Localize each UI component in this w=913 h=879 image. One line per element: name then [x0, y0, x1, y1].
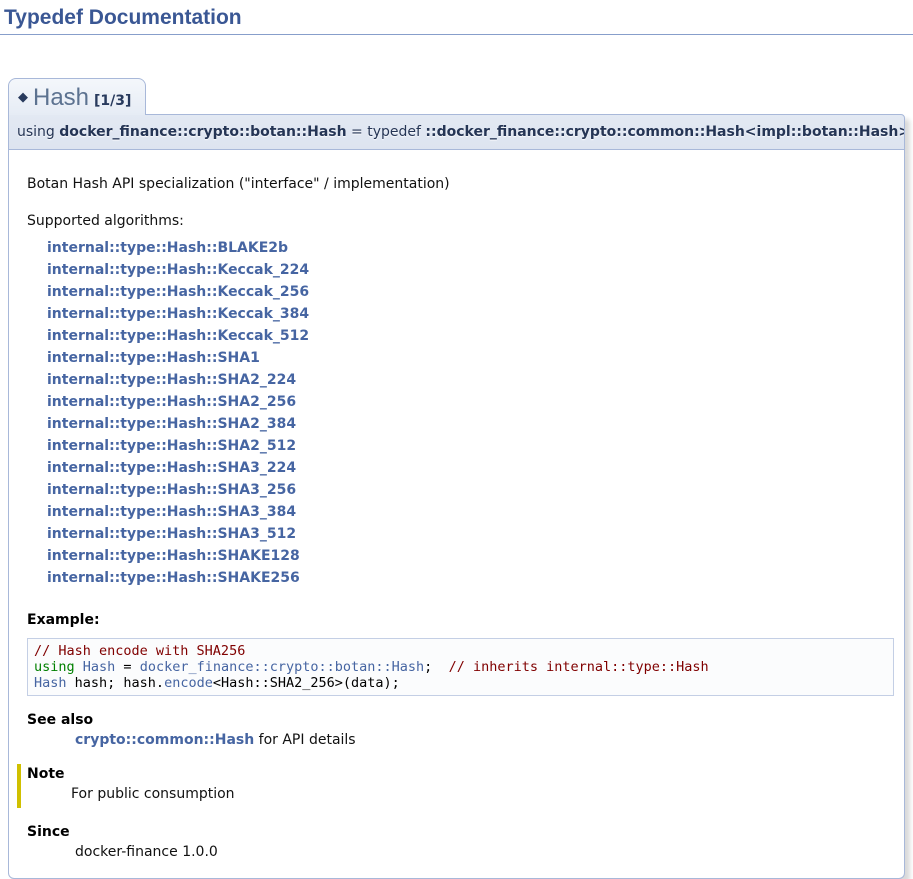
member-name: Hash	[33, 84, 89, 111]
code-line: using Hash = docker_finance::crypto::bot…	[34, 659, 887, 675]
example-label: Example:	[27, 612, 894, 628]
code-comment: // Hash encode with SHA256	[34, 643, 245, 659]
supported-algorithms-heading: Supported algorithms:	[27, 213, 894, 229]
code-keyword: using	[34, 659, 75, 675]
note-section: Note For public consumption	[17, 764, 894, 808]
list-item: internal::type::Hash::SHA2_384	[47, 413, 894, 435]
algorithm-link[interactable]: internal::type::Hash::SHA3_256	[47, 482, 296, 498]
since-section: Since docker-finance 1.0.0	[27, 824, 894, 860]
since-text: docker-finance 1.0.0	[75, 844, 894, 860]
code-text: =	[115, 659, 139, 675]
code-comment: // inherits internal::type::Hash	[449, 659, 709, 675]
list-item: internal::type::Hash::SHA1	[47, 347, 894, 369]
list-item: internal::type::Hash::SHA3_384	[47, 501, 894, 523]
see-also-label: See also	[27, 712, 894, 728]
algorithm-link[interactable]: internal::type::Hash::SHAKE256	[47, 570, 300, 586]
algorithm-link[interactable]: internal::type::Hash::SHA3_512	[47, 526, 296, 542]
member-overload-count: [1/3]	[94, 93, 131, 109]
code-link[interactable]: Hash	[34, 675, 67, 691]
algorithm-link[interactable]: internal::type::Hash::Keccak_224	[47, 262, 309, 278]
algorithm-link[interactable]: internal::type::Hash::Keccak_512	[47, 328, 309, 344]
code-line: // Hash encode with SHA256	[34, 643, 887, 659]
list-item: internal::type::Hash::Keccak_256	[47, 281, 894, 303]
list-item: internal::type::Hash::Keccak_384	[47, 303, 894, 325]
member-declaration: using docker_finance::crypto::botan::Has…	[8, 114, 905, 150]
list-item: internal::type::Hash::SHA3_512	[47, 523, 894, 545]
algorithm-link[interactable]: internal::type::Hash::SHA2_384	[47, 416, 296, 432]
algorithm-link[interactable]: internal::type::Hash::SHAKE128	[47, 548, 300, 564]
page-title: Typedef Documentation	[0, 0, 913, 35]
code-text	[75, 659, 83, 675]
list-item: internal::type::Hash::SHAKE128	[47, 545, 894, 567]
algorithm-link[interactable]: internal::type::Hash::SHA2_512	[47, 438, 296, 454]
decl-target-type: ::docker_finance::crypto::common::Hash<i…	[425, 124, 905, 140]
code-link[interactable]: encode	[164, 675, 213, 691]
algorithm-link[interactable]: internal::type::Hash::SHA1	[47, 350, 260, 366]
see-also-link[interactable]: crypto::common::Hash	[75, 732, 254, 748]
list-item: internal::type::Hash::SHA3_224	[47, 457, 894, 479]
code-link[interactable]: Hash	[83, 659, 116, 675]
list-item: internal::type::Hash::BLAKE2b	[47, 237, 894, 259]
list-item: internal::type::Hash::SHA2_256	[47, 391, 894, 413]
decl-equals-typedef: = typedef	[347, 124, 426, 140]
algorithm-link[interactable]: internal::type::Hash::SHA3_224	[47, 460, 296, 476]
note-label: Note	[27, 766, 894, 782]
member-doc-body: Botan Hash API specialization ("interfac…	[8, 150, 905, 879]
algorithm-link[interactable]: internal::type::Hash::SHA2_224	[47, 372, 296, 388]
since-label: Since	[27, 824, 894, 840]
algorithm-link[interactable]: internal::type::Hash::SHA3_384	[47, 504, 296, 520]
member-description: Botan Hash API specialization ("interfac…	[27, 176, 894, 192]
decl-typedef-name: docker_finance::crypto::botan::Hash	[59, 124, 346, 140]
see-also-content: crypto::common::Hash for API details	[75, 732, 894, 748]
code-text: hash; hash.	[67, 675, 165, 691]
member-item: ◆Hash[1/3] using docker_finance::crypto:…	[8, 77, 905, 879]
code-line: Hash hash; hash.encode<Hash::SHA2_256>(d…	[34, 675, 887, 691]
list-item: internal::type::Hash::SHAKE256	[47, 567, 894, 589]
see-also-text: for API details	[254, 732, 355, 748]
note-text: For public consumption	[71, 786, 894, 802]
member-title-tab: ◆ Hash [1/3]	[8, 78, 146, 115]
see-also-section: See also crypto::common::Hash for API de…	[27, 712, 894, 748]
code-block: // Hash encode with SHA256using Hash = d…	[27, 638, 894, 696]
algorithm-link[interactable]: internal::type::Hash::Keccak_384	[47, 306, 309, 322]
list-item: internal::type::Hash::Keccak_224	[47, 259, 894, 281]
code-link[interactable]: docker_finance::crypto::botan::Hash	[140, 659, 424, 675]
code-text: <Hash::SHA2_256>(data);	[213, 675, 400, 691]
algorithm-link[interactable]: internal::type::Hash::Keccak_256	[47, 284, 309, 300]
permalink-diamond-icon[interactable]: ◆	[18, 90, 28, 105]
list-item: internal::type::Hash::Keccak_512	[47, 325, 894, 347]
algorithm-link[interactable]: internal::type::Hash::SHA2_256	[47, 394, 296, 410]
algorithm-list: internal::type::Hash::BLAKE2b internal::…	[47, 237, 894, 589]
decl-using-keyword: using	[17, 124, 59, 140]
list-item: internal::type::Hash::SHA2_512	[47, 435, 894, 457]
algorithm-link[interactable]: internal::type::Hash::BLAKE2b	[47, 240, 288, 256]
list-item: internal::type::Hash::SHA2_224	[47, 369, 894, 391]
list-item: internal::type::Hash::SHA3_256	[47, 479, 894, 501]
code-text: ;	[424, 659, 448, 675]
